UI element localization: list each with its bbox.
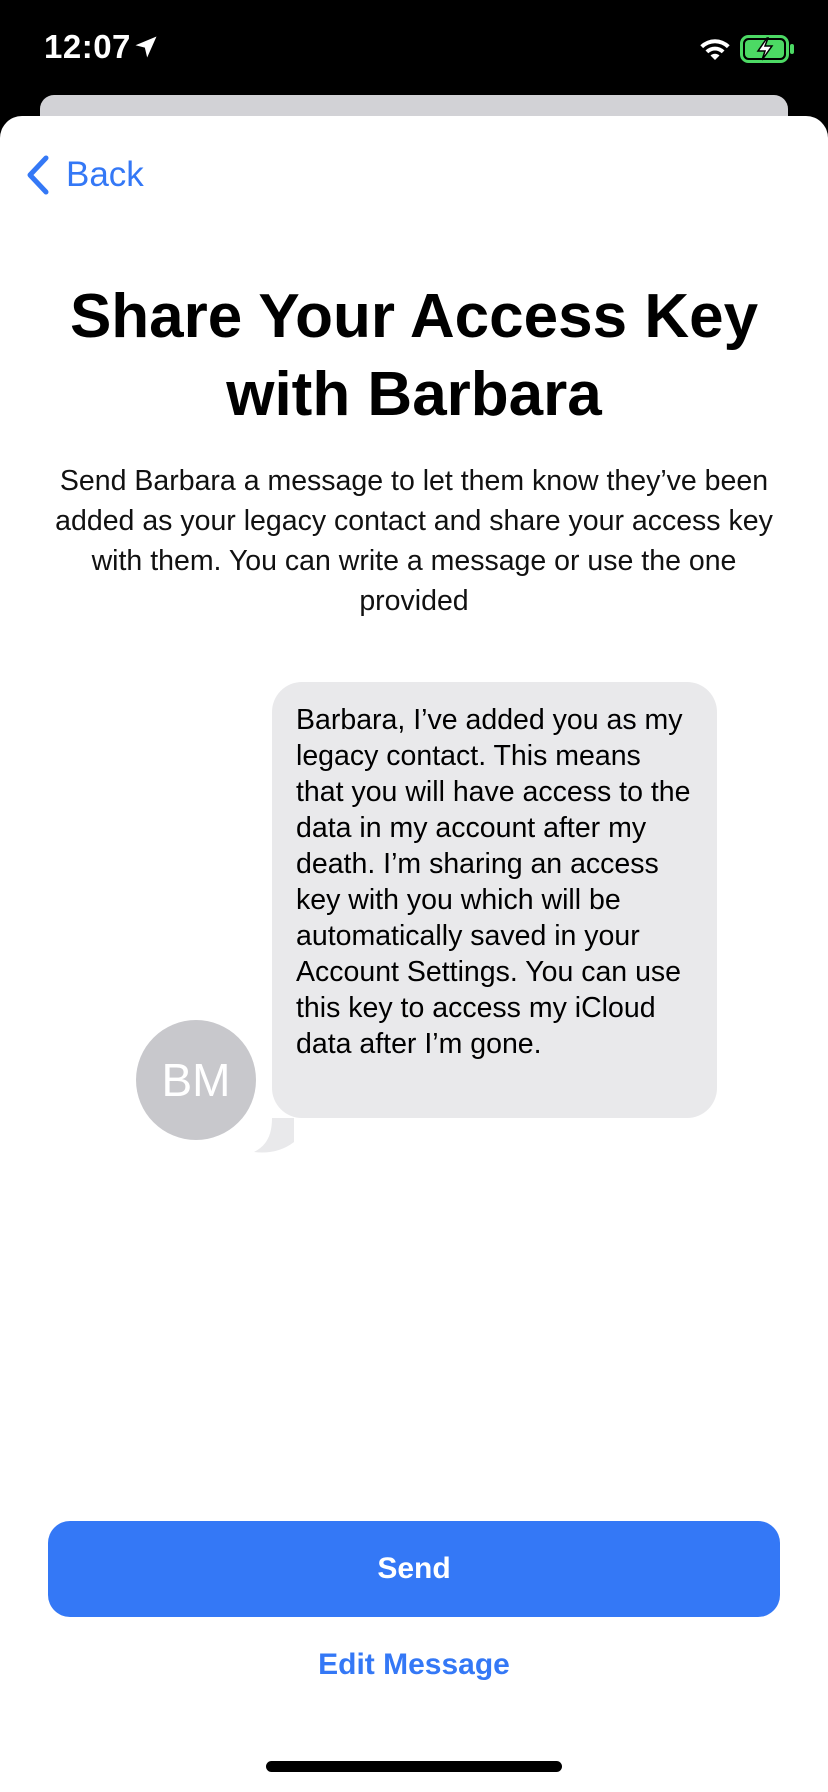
bubble-tail: [254, 1118, 294, 1153]
edit-message-button[interactable]: Edit Message: [214, 1648, 614, 1698]
chevron-left-icon: [27, 155, 49, 195]
page-title-line1: Share Your Access Key: [69, 282, 759, 351]
page-subtitle: Send Barbara a message to let them know …: [55, 465, 773, 617]
location-arrow-icon: [135, 36, 157, 58]
modal-sheet: Back Share Your Access Key with Barbara …: [0, 116, 828, 1792]
status-time: 12:07: [44, 28, 131, 65]
status-bar: 12:07: [0, 0, 828, 100]
message-preview-text: Barbara, I’ve added you as my legacy con…: [296, 704, 691, 1060]
back-button[interactable]: Back: [24, 150, 144, 200]
avatar: BM: [136, 1020, 256, 1140]
back-label: Back: [66, 155, 144, 194]
wifi-icon: [700, 39, 730, 60]
page-title: Share Your Access Key with Barbara: [40, 278, 788, 434]
home-indicator[interactable]: [266, 1761, 562, 1772]
message-preview-bubble: Barbara, I’ve added you as my legacy con…: [272, 682, 717, 1118]
battery-charging-icon: [740, 35, 794, 63]
page-title-line2: with Barbara: [226, 360, 602, 429]
send-button[interactable]: Send: [48, 1521, 780, 1617]
avatar-initials: BM: [161, 1054, 231, 1106]
